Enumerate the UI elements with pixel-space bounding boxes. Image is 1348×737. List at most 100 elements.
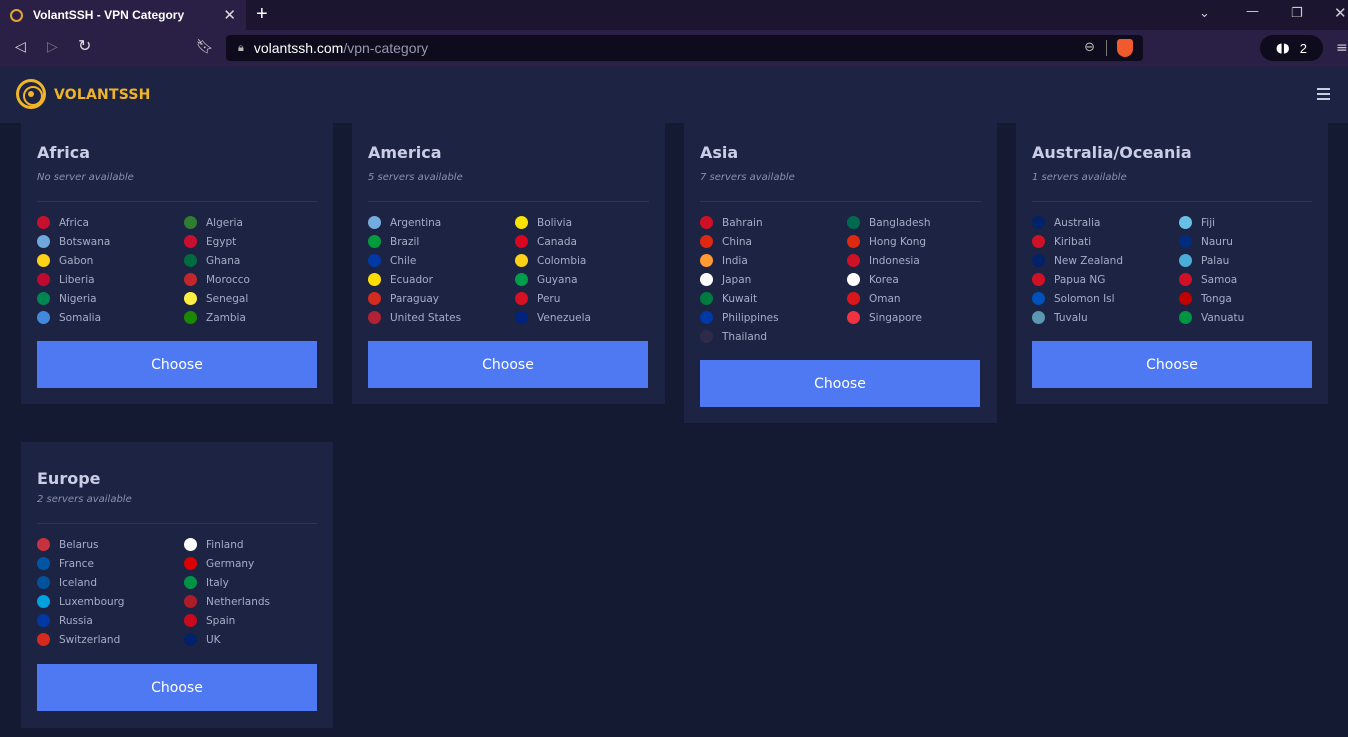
country-item: Ghana	[184, 253, 331, 268]
country-name: Fiji	[1201, 216, 1216, 229]
country-item: Brazil	[368, 234, 515, 249]
country-item: Luxembourg	[37, 594, 184, 609]
choose-button[interactable]: Choose	[37, 664, 317, 711]
country-name: Japan	[722, 273, 752, 286]
flag-icon	[184, 311, 197, 324]
choose-button[interactable]: Choose	[1032, 341, 1312, 388]
flag-icon	[1032, 311, 1045, 324]
bookmark-icon[interactable]: 🔖︎	[196, 39, 214, 55]
country-item: Vanuatu	[1179, 310, 1326, 325]
country-item: Spain	[184, 613, 331, 628]
server-availability: 5 servers available	[368, 172, 463, 183]
close-tab-icon[interactable]: ✕	[223, 6, 236, 24]
country-item: Chile	[368, 253, 515, 268]
country-item: Zambia	[184, 310, 331, 325]
country-item: Kuwait	[700, 291, 847, 306]
site-brand[interactable]: VOLANTSSH	[54, 87, 151, 103]
flag-icon	[184, 216, 197, 229]
country-name: Algeria	[206, 216, 243, 229]
browser-tab-bar: VolantSSH - VPN Category ✕ + ⌄ — ❐ ✕	[0, 0, 1348, 30]
country-item: Paraguay	[368, 291, 515, 306]
country-name: Brazil	[390, 235, 420, 248]
flag-icon	[184, 235, 197, 248]
flag-icon	[1032, 273, 1045, 286]
country-item: Samoa	[1179, 272, 1326, 287]
card-divider	[37, 201, 317, 202]
choose-button[interactable]: Choose	[368, 341, 648, 388]
country-item: Algeria	[184, 215, 331, 230]
flag-icon	[515, 273, 528, 286]
country-item: Japan	[700, 272, 847, 287]
country-name: Switzerland	[59, 633, 121, 646]
flag-icon	[184, 633, 197, 646]
country-name: Papua NG	[1054, 273, 1106, 286]
country-item: Philippines	[700, 310, 847, 325]
country-name: Liberia	[59, 273, 95, 286]
minimize-icon[interactable]: —	[1246, 4, 1259, 19]
flag-icon	[700, 273, 713, 286]
country-item: Botswana	[37, 234, 184, 249]
flag-icon	[184, 273, 197, 286]
country-name: Tuvalu	[1054, 311, 1088, 324]
region-card-europe: Europe 2 servers available Belarus Finland F…	[21, 442, 333, 728]
country-item: Palau	[1179, 253, 1326, 268]
choose-button[interactable]: Choose	[700, 360, 980, 407]
country-item: Fiji	[1179, 215, 1326, 230]
country-item: Canada	[515, 234, 662, 249]
zoom-icon[interactable]: ⊖	[1084, 40, 1095, 55]
url-host: volantssh.com	[253, 40, 344, 56]
country-name: Kuwait	[722, 292, 758, 305]
country-item: Egypt	[184, 234, 331, 249]
flag-icon	[847, 311, 860, 324]
country-name: Paraguay	[390, 292, 440, 305]
country-name: Bahrain	[722, 216, 763, 229]
tab-title: VolantSSH - VPN Category	[33, 8, 185, 22]
country-list: Belarus Finland France Germany Iceland Italy L…	[37, 537, 333, 647]
new-tab-button[interactable]: +	[256, 3, 268, 26]
flag-icon	[847, 254, 860, 267]
logo-icon[interactable]	[16, 79, 46, 109]
country-name: Zambia	[206, 311, 246, 324]
country-name: Solomon Isl	[1054, 292, 1115, 305]
brave-shield-icon[interactable]	[1117, 39, 1133, 57]
country-list: Argentina Bolivia Brazil Canada Chile Colombi…	[368, 215, 664, 325]
tab-list-chevron-icon[interactable]: ⌄	[1199, 6, 1210, 21]
country-name: Ghana	[206, 254, 241, 267]
country-name: Egypt	[206, 235, 237, 248]
country-item: Kiribati	[1032, 234, 1179, 249]
country-name: Palau	[1201, 254, 1230, 267]
country-list: Bahrain Bangladesh China Hong Kong India Indo…	[700, 215, 996, 344]
flag-icon	[37, 538, 50, 551]
country-name: Belarus	[59, 538, 99, 551]
country-name: China	[722, 235, 752, 248]
card-divider	[37, 523, 317, 524]
country-item: UK	[184, 632, 331, 647]
hamburger-menu-icon[interactable]	[1317, 88, 1330, 103]
flag-icon	[700, 235, 713, 248]
country-item: Tuvalu	[1032, 310, 1179, 325]
browser-tab[interactable]: VolantSSH - VPN Category ✕	[0, 0, 246, 30]
address-bar[interactable]: 🔒︎ volantssh.com/vpn-category ⊖	[226, 35, 1143, 61]
extension-button[interactable]: ◖◗ 2	[1260, 35, 1323, 61]
country-name: United States	[390, 311, 462, 324]
restore-icon[interactable]: ❐	[1291, 6, 1303, 21]
flag-icon	[1179, 254, 1192, 267]
flag-icon	[847, 273, 860, 286]
browser-menu-icon[interactable]: ≡	[1336, 40, 1348, 56]
flag-icon	[515, 292, 528, 305]
choose-button[interactable]: Choose	[37, 341, 317, 388]
country-name: Africa	[59, 216, 89, 229]
close-window-icon[interactable]: ✕	[1334, 4, 1347, 22]
region-title: Australia/Oceania	[1032, 143, 1192, 162]
country-item: Netherlands	[184, 594, 331, 609]
country-item: Somalia	[37, 310, 184, 325]
flag-icon	[37, 292, 50, 305]
flag-icon	[368, 235, 381, 248]
country-name: Tonga	[1201, 292, 1232, 305]
reload-icon[interactable]: ↻	[78, 36, 91, 55]
back-icon[interactable]: ◁	[15, 39, 26, 55]
country-item: Gabon	[37, 253, 184, 268]
flag-icon	[847, 216, 860, 229]
forward-icon[interactable]: ▷	[47, 39, 58, 55]
flag-icon	[1179, 235, 1192, 248]
